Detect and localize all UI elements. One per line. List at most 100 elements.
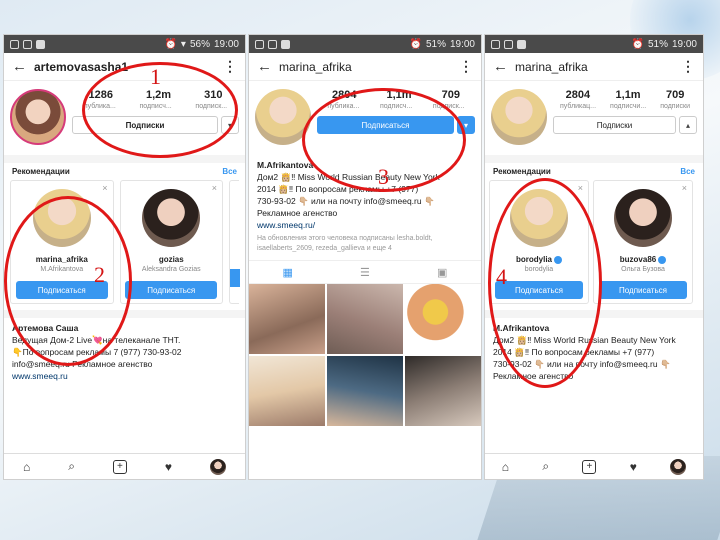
following-label: подписки bbox=[660, 103, 690, 110]
battery-level: 51% bbox=[425, 38, 446, 50]
follow-button[interactable]: Подписаться bbox=[599, 281, 687, 299]
search-icon[interactable]: ⌕ bbox=[68, 459, 75, 474]
phone-screenshot-2: ⏰ 51% 19:00 ← marina_afrika ⋮ 2804 1,1m … bbox=[248, 34, 482, 480]
bio-line: 2014 👸🏼‼ По вопросам рекламы +7 (977) bbox=[493, 347, 655, 357]
suggestion-username-row: borodylia bbox=[516, 255, 562, 264]
followers-label: подписч... bbox=[139, 103, 172, 110]
photo-thumbnail[interactable] bbox=[405, 284, 481, 354]
bio-link[interactable]: www.smeeq.ru/ bbox=[257, 219, 473, 231]
follow-button[interactable]: Подписаться bbox=[125, 281, 218, 299]
see-all-link[interactable]: Все bbox=[680, 167, 695, 176]
posts-label: публикац... bbox=[560, 103, 597, 110]
bio-line: Рекламное агенство bbox=[257, 208, 338, 218]
clock: 19:00 bbox=[449, 38, 475, 50]
recommendations-title: Рекомендации bbox=[493, 167, 551, 176]
dismiss-icon[interactable]: × bbox=[682, 183, 687, 193]
suggestion-avatar[interactable] bbox=[32, 189, 91, 247]
list-view-icon[interactable]: ☰ bbox=[360, 266, 370, 279]
suggestion-card[interactable]: × gozias Aleksandra Gozias Подписаться bbox=[119, 180, 224, 304]
bio-name: Артемова Саша bbox=[12, 323, 79, 333]
suggestions-toggle-button[interactable]: ▾ bbox=[221, 116, 239, 134]
subscriptions-button[interactable]: Подписки bbox=[72, 116, 218, 134]
suggestion-username[interactable]: gozias bbox=[159, 255, 184, 264]
photo-thumbnail[interactable] bbox=[327, 356, 403, 426]
alarm-icon: ⏰ bbox=[409, 38, 422, 50]
suggestion-username-row: buzova86 bbox=[620, 255, 667, 264]
followers-count[interactable]: 1,2m bbox=[146, 89, 171, 101]
suggestion-card[interactable]: × buzova86 Ольга Бузова Подписаться bbox=[593, 180, 693, 304]
add-post-icon[interactable]: + bbox=[112, 459, 127, 474]
following-count[interactable]: 709 bbox=[666, 89, 684, 101]
suggestion-avatar[interactable] bbox=[614, 189, 672, 247]
profile-tab-avatar[interactable] bbox=[209, 458, 226, 475]
photo-thumbnail[interactable] bbox=[327, 284, 403, 354]
wifi-icon: ▾ bbox=[180, 38, 186, 50]
photo-thumbnail[interactable] bbox=[249, 356, 325, 426]
followers-label: подписчи... bbox=[610, 103, 647, 110]
see-all-link[interactable]: Все bbox=[222, 167, 237, 176]
suggestion-username[interactable]: marina_afrika bbox=[36, 255, 88, 264]
bio-name: M.Afrikantova bbox=[257, 160, 314, 170]
bio-link[interactable]: www.smeeq.ru bbox=[12, 370, 237, 382]
avatar[interactable] bbox=[491, 89, 547, 145]
home-icon[interactable]: ⌂ bbox=[23, 460, 30, 474]
suggestions-toggle-button[interactable]: ▴ bbox=[679, 116, 697, 134]
back-arrow-icon[interactable]: ← bbox=[257, 58, 279, 75]
dismiss-icon[interactable]: × bbox=[102, 183, 107, 193]
suggestion-fullname: Ольга Бузова bbox=[621, 266, 665, 273]
heart-icon[interactable]: ♥ bbox=[630, 460, 637, 474]
bio-line: 👇По вопросам рекламы 7 (977) 730-93-02 bbox=[12, 347, 182, 357]
heart-icon[interactable]: ♥ bbox=[165, 460, 172, 474]
tagged-icon[interactable]: ▣ bbox=[437, 266, 447, 279]
photo-thumbnail[interactable] bbox=[405, 356, 481, 426]
bio-line: 730-93-02 👇🏼 или на почту info@smeeq.ru … bbox=[493, 359, 671, 369]
follow-button[interactable]: Подписаться bbox=[317, 116, 454, 134]
recommendations-title: Рекомендации bbox=[12, 167, 70, 176]
grid-view-icon[interactable]: ▦ bbox=[283, 266, 293, 279]
suggestion-username[interactable]: buzova86 bbox=[620, 255, 656, 264]
suggestion-card-partial[interactable] bbox=[229, 180, 241, 304]
avatar[interactable] bbox=[10, 89, 66, 145]
annotation-number-3: 3 bbox=[378, 164, 389, 189]
followers-count[interactable]: 1,1m bbox=[387, 89, 412, 101]
posts-count: 2804 bbox=[332, 89, 357, 101]
followers-count[interactable]: 1,1m bbox=[616, 89, 641, 101]
avatar[interactable] bbox=[255, 89, 311, 145]
back-arrow-icon[interactable]: ← bbox=[493, 58, 515, 75]
following-count[interactable]: 310 bbox=[204, 89, 222, 101]
suggestion-avatar[interactable] bbox=[142, 189, 201, 247]
dismiss-icon[interactable]: × bbox=[578, 183, 583, 193]
alarm-icon: ⏰ bbox=[631, 38, 644, 50]
profile-bio: M.Afrikantova Дом2 👸🏼‼ Miss World Russia… bbox=[485, 318, 703, 382]
bio-line: 2014 👸🏼‼ По вопросам рекламы +7 (977) bbox=[257, 184, 419, 194]
suggestion-avatar[interactable] bbox=[510, 189, 568, 247]
alarm-icon: ⏰ bbox=[164, 38, 177, 50]
bottom-navigation: ⌂ ⌕ + ♥ bbox=[485, 453, 703, 479]
suggestion-username[interactable]: borodylia bbox=[516, 255, 552, 264]
recommendations-row: × marina_afrika M.Afrikantova Подписатьс… bbox=[4, 180, 245, 304]
following-count[interactable]: 709 bbox=[442, 89, 460, 101]
back-arrow-icon[interactable]: ← bbox=[12, 58, 34, 75]
more-options-icon[interactable]: ⋮ bbox=[223, 58, 237, 75]
add-post-icon[interactable]: + bbox=[582, 459, 597, 474]
profile-tab-avatar[interactable] bbox=[670, 458, 687, 475]
photo-thumbnail[interactable] bbox=[249, 284, 325, 354]
battery-level: 56% bbox=[189, 38, 210, 50]
clock: 19:00 bbox=[671, 38, 697, 50]
profile-bio: M.Afrikantova Дом2 👸🏼‼ Miss World Russia… bbox=[249, 149, 481, 254]
profile-stats: 2804 1,1m 709 публика... подписч... подп… bbox=[311, 89, 475, 145]
suggestions-toggle-button[interactable]: ▾ bbox=[457, 116, 475, 134]
bottom-navigation: ⌂ ⌕ + ♥ bbox=[4, 453, 245, 479]
follow-button[interactable]: Подписаться bbox=[495, 281, 583, 299]
subscriptions-button[interactable]: Подписки bbox=[553, 116, 676, 134]
dismiss-icon[interactable]: × bbox=[212, 183, 217, 193]
posts-label: публика... bbox=[327, 103, 360, 110]
followed-by-text[interactable]: На обновления этого человека подписаны l… bbox=[257, 234, 473, 254]
status-bar: ⏰ ▾ 56% 19:00 bbox=[4, 35, 245, 53]
suggestion-fullname: M.Afrikantova bbox=[40, 266, 84, 273]
home-icon[interactable]: ⌂ bbox=[502, 460, 509, 474]
search-icon[interactable]: ⌕ bbox=[542, 459, 549, 474]
profile-header: 1286 1,2m 310 публика... подписч... подп… bbox=[4, 81, 245, 149]
more-options-icon[interactable]: ⋮ bbox=[681, 58, 695, 75]
more-options-icon[interactable]: ⋮ bbox=[459, 58, 473, 75]
